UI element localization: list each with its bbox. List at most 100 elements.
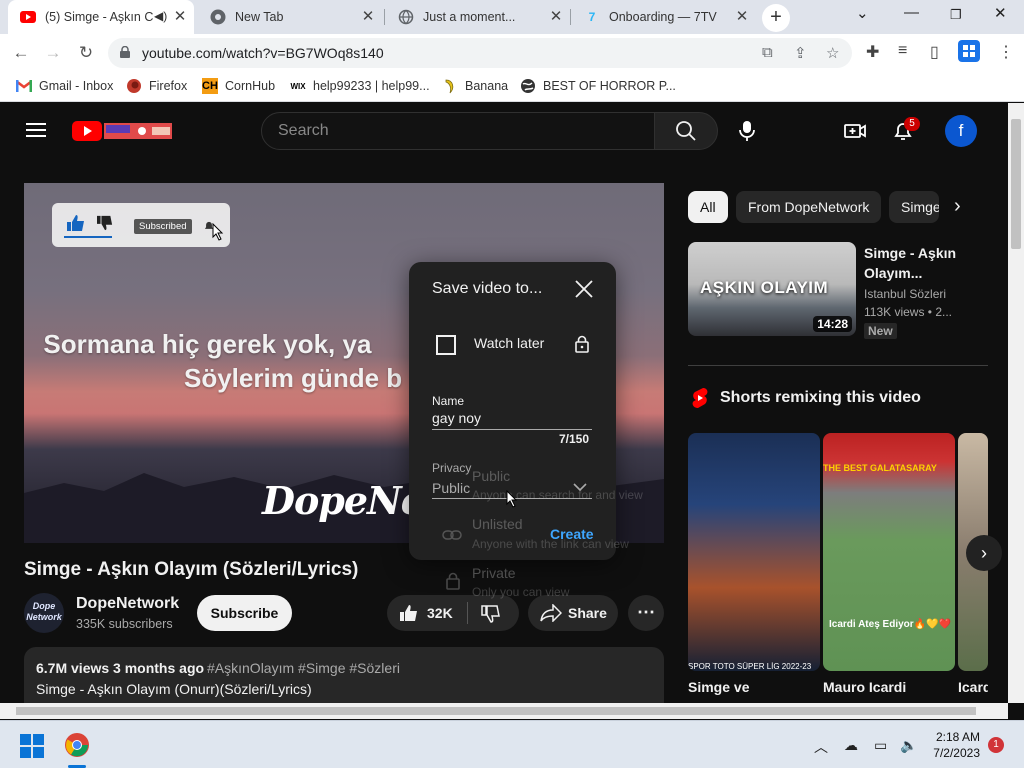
vertical-scroll-thumb[interactable] xyxy=(1011,119,1021,249)
show-hidden-icons-icon[interactable]: ︿ xyxy=(814,737,828,757)
chrome-menu-icon[interactable]: ⋮ xyxy=(998,42,1014,62)
recommendation-channel[interactable]: Istanbul Sözleri xyxy=(864,287,946,301)
description-box[interactable]: 6.7M views 3 months ago #AşkınOlayım #Si… xyxy=(24,647,664,703)
watch-later-checkbox[interactable] xyxy=(436,335,456,355)
hashtags[interactable]: #AşkınOlayım #Simge #Sözleri xyxy=(207,660,400,676)
bookmark-cornhub[interactable]: CH CornHub xyxy=(202,78,275,94)
pointer-cursor-icon xyxy=(212,223,224,241)
short-caption: SPOR TOTO SÜPER LİG 2022-23 xyxy=(688,662,812,671)
chevron-down-icon[interactable] xyxy=(573,482,587,492)
bookmark-label: BEST OF HORROR P... xyxy=(543,79,676,93)
tab-close-icon[interactable]: ✕ xyxy=(734,9,750,25)
tab-close-icon[interactable]: ✕ xyxy=(360,9,376,25)
short-card-2[interactable]: THE BEST GALATASARAY Icardi Ateş Ediyor🔥… xyxy=(823,433,955,671)
horizontal-scroll-thumb[interactable] xyxy=(16,707,976,715)
hamburger-menu-icon[interactable] xyxy=(26,123,46,137)
recommendation-title[interactable]: Simge - Aşkın Olayım... xyxy=(864,243,984,283)
wix-icon: WIX xyxy=(290,81,306,91)
speaker-icon[interactable]: ◀) xyxy=(154,9,167,23)
bookmark-star-icon[interactable]: ☆ xyxy=(826,44,839,62)
chip-from-dopenetwork[interactable]: From DopeNetwork xyxy=(736,191,882,223)
horizontal-scrollbar[interactable] xyxy=(0,703,1008,719)
account-avatar[interactable]: f xyxy=(945,115,977,147)
create-button[interactable]: Create xyxy=(550,526,594,542)
side-panel-icon[interactable]: ▯ xyxy=(930,42,939,62)
windows-start-icon[interactable] xyxy=(20,734,44,758)
windows-taskbar: ︿ ☁ ▭ 🔈 2:18 AM 7/2/2023 1 xyxy=(0,720,1024,768)
tab-strip: (5) Simge - Aşkın C ◀) ✕ New Tab ✕ Just … xyxy=(0,0,1024,34)
minimize-icon[interactable]: — xyxy=(904,4,919,21)
name-underline xyxy=(432,429,592,430)
bookmark-wix[interactable]: WIX help99233 | help99... xyxy=(290,78,429,94)
channel-name[interactable]: DopeNetwork xyxy=(76,595,179,613)
overlay-subscribed-tag: Subscribed xyxy=(134,219,192,234)
forward-icon[interactable]: → xyxy=(42,42,64,64)
extensions-icon[interactable]: ✚ xyxy=(866,42,879,62)
short-caption: Icardi Ateş Ediyor🔥💛❤️ xyxy=(829,619,952,630)
back-icon[interactable]: ← xyxy=(10,42,32,64)
bookmark-banana[interactable]: Banana xyxy=(442,78,508,94)
search-box[interactable] xyxy=(261,112,655,150)
chrome-taskbar-icon[interactable] xyxy=(64,732,90,758)
share-icon[interactable]: ⇪ xyxy=(794,44,807,62)
bookmark-firefox[interactable]: Firefox xyxy=(126,78,187,94)
shorts-next-button[interactable]: › xyxy=(966,535,1002,571)
youtube-doodle-logo[interactable] xyxy=(72,119,174,141)
globe-icon xyxy=(520,78,536,94)
tab-close-icon[interactable]: ✕ xyxy=(172,9,188,25)
privacy-select[interactable]: Public xyxy=(432,480,470,496)
reload-icon[interactable]: ↻ xyxy=(75,42,97,64)
video-duration: 14:28 xyxy=(813,316,852,332)
short-card-1[interactable]: SPOR TOTO SÜPER LİG 2022-23 xyxy=(688,433,820,671)
tab-youtube[interactable]: (5) Simge - Aşkın C ◀) ✕ xyxy=(8,0,194,34)
bookmark-label: Gmail - Inbox xyxy=(39,79,114,93)
close-icon[interactable] xyxy=(573,278,595,300)
clock[interactable]: 2:18 AM 7/2/2023 xyxy=(930,729,980,761)
bookmark-gmail[interactable]: Gmail - Inbox xyxy=(16,78,113,94)
display-icon[interactable]: ▭ xyxy=(874,737,887,754)
voice-search-button[interactable] xyxy=(728,112,766,150)
globe-icon xyxy=(398,9,414,25)
like-underline xyxy=(64,236,112,238)
video-title: Simge - Aşkın Olayım (Sözleri/Lyrics) xyxy=(24,559,359,580)
media-controls-icon[interactable]: ≡ xyxy=(898,42,907,60)
search-input[interactable] xyxy=(278,122,638,140)
bookmark-best-of-horror[interactable]: BEST OF HORROR P... xyxy=(520,78,676,94)
chevron-right-icon[interactable]: › xyxy=(954,195,961,218)
chrome-icon xyxy=(210,9,226,25)
short-banner: THE BEST GALATASARAY xyxy=(823,463,937,473)
maximize-icon[interactable]: ❐ xyxy=(950,7,962,23)
network-off-icon[interactable]: ☁ xyxy=(844,737,858,754)
short-title-3[interactable]: Icard xyxy=(958,679,988,695)
open-in-app-icon[interactable]: ⧉ xyxy=(762,44,773,61)
subscribe-button[interactable]: Subscribe xyxy=(197,595,292,631)
notification-badge[interactable]: 1 xyxy=(988,737,1004,753)
channel-avatar[interactable]: Dope Network xyxy=(24,593,64,633)
share-button[interactable]: Share xyxy=(528,595,618,631)
tab-onboarding-7tv[interactable]: 7 Onboarding — 7TV ✕ xyxy=(572,0,756,34)
recommendation-thumbnail[interactable]: AŞKIN OLAYIM 14:28 xyxy=(688,242,856,336)
more-actions-button[interactable]: ⋯ xyxy=(628,595,664,631)
volume-icon[interactable]: 🔈 xyxy=(900,737,917,754)
short-title-2[interactable]: Mauro Icardi xyxy=(823,679,906,695)
url-field[interactable]: youtube.com/watch?v=BG7WOq8s140 ⧉ ⇪ ☆ xyxy=(108,38,852,68)
chip-simge[interactable]: Simge xyxy=(889,191,939,223)
microphone-icon xyxy=(739,121,755,141)
profile-icon[interactable] xyxy=(958,40,980,62)
tab-just-a-moment[interactable]: Just a moment... ✕ xyxy=(386,0,570,34)
tab-search-icon[interactable]: ⌄ xyxy=(856,4,869,22)
playlist-name-input[interactable]: gay noy xyxy=(432,410,481,426)
dialog-title: Save video to... xyxy=(432,280,543,297)
close-window-icon[interactable]: ✕ xyxy=(994,4,1007,22)
dislike-button[interactable] xyxy=(469,595,519,631)
vertical-scrollbar[interactable] xyxy=(1008,103,1024,703)
search-button[interactable] xyxy=(654,112,718,150)
tab-close-icon[interactable]: ✕ xyxy=(548,9,564,25)
bookmarks-bar: Gmail - Inbox Firefox CH CornHub WIX hel… xyxy=(0,72,1024,102)
short-title-1[interactable]: Simge ve xyxy=(688,679,749,695)
like-button[interactable]: 32K xyxy=(387,595,467,631)
create-video-icon[interactable] xyxy=(843,119,867,143)
tab-new-tab[interactable]: New Tab ✕ xyxy=(198,0,382,34)
chip-all[interactable]: All xyxy=(688,191,728,223)
new-tab-button[interactable]: + xyxy=(762,4,790,32)
